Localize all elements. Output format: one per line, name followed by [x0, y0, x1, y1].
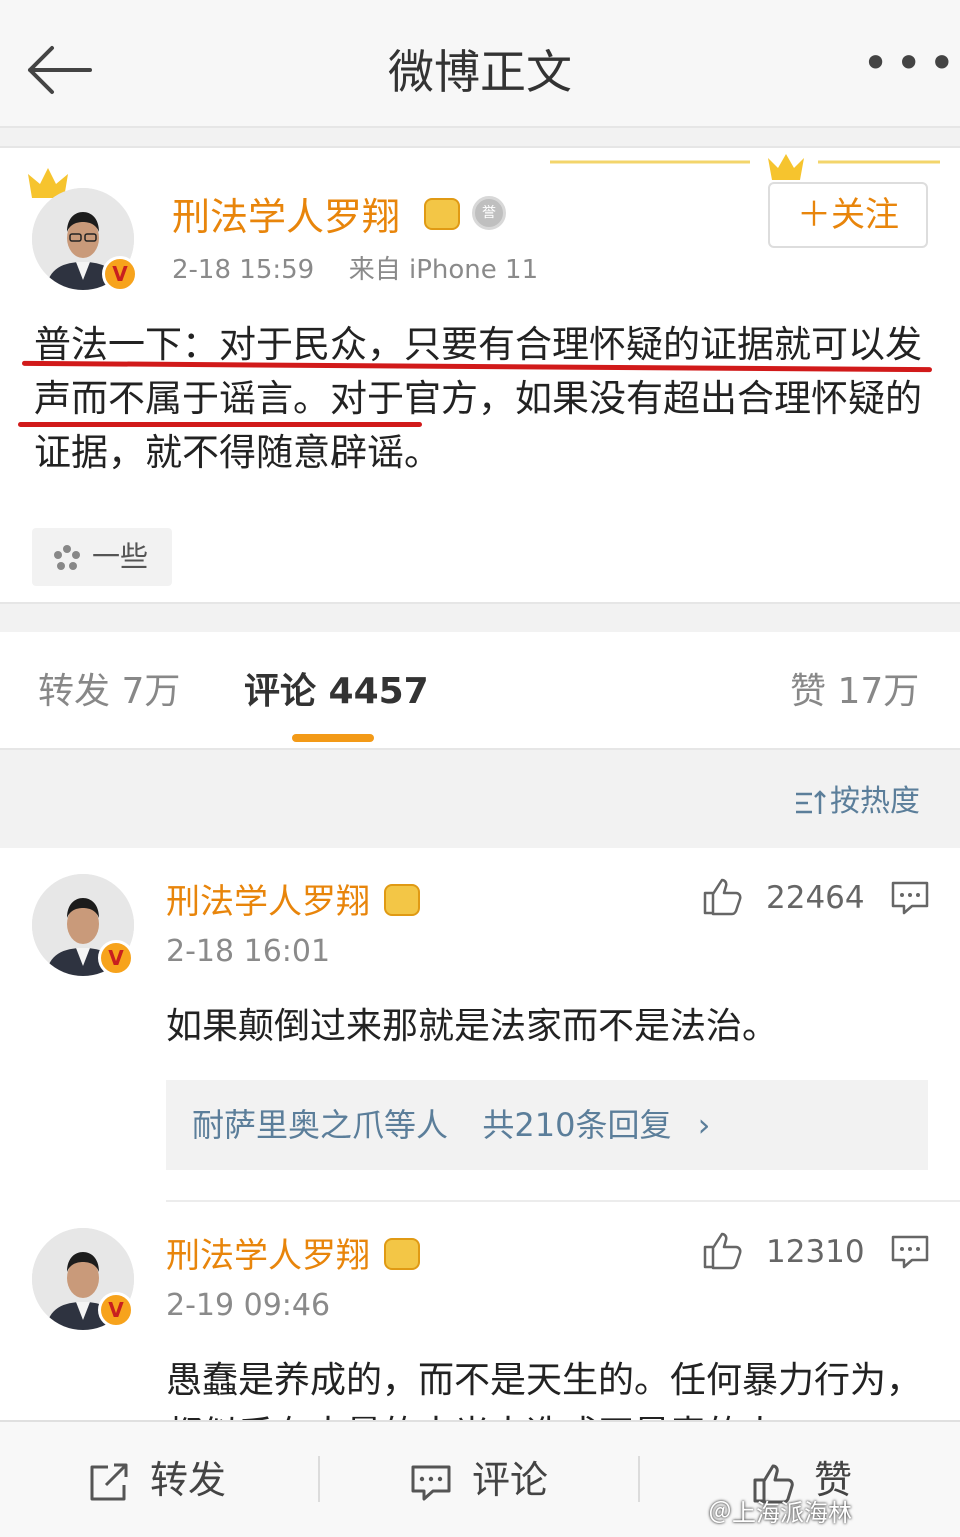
sort-by-hot-button[interactable]: 按热度 [794, 780, 920, 824]
like-icon[interactable] [702, 1230, 744, 1270]
post-meta: 2-18 15:59 来自 iPhone 11 [172, 250, 538, 290]
verified-badge-icon: V [98, 940, 134, 976]
divider [318, 1456, 320, 1502]
post-text: 普法一下：对于民众，只要有合理怀疑的证据就可以发声而不属于谣言。对于官方，如果没… [34, 323, 922, 474]
comment-text: 愚蠢是养成的，而不是天生的。任何暴力行为，都似乎有大量的古光大造成正是毒的人 [166, 1360, 923, 1420]
like-icon[interactable] [702, 876, 744, 916]
comment-divider [166, 1200, 960, 1202]
replies-users: 耐萨里奥之爪等人 [192, 1106, 449, 1144]
comment-time: 2-19 09:46 [166, 1288, 331, 1323]
verified-badge-icon: V [98, 1292, 134, 1328]
comment-text: 如果颠倒过来那就是法家而不是法治。 [166, 1006, 779, 1047]
watermark: ＠上海派海林 [708, 1499, 852, 1527]
member-crown-icon [424, 198, 460, 230]
comment-author[interactable]: 刑法学人罗翔 [166, 1232, 370, 1280]
follow-button[interactable]: ＋关注 [768, 182, 928, 248]
reply-icon[interactable] [890, 880, 930, 916]
red-underline [18, 422, 422, 427]
post-time: 2-18 15:59 [172, 255, 315, 285]
replies-preview[interactable]: 耐萨里奥之爪等人 共210条回复 › [166, 1080, 928, 1170]
member-crown-icon [384, 1238, 420, 1270]
like-count: 22464 [766, 880, 865, 916]
page-title: 微博正文 [388, 45, 572, 99]
replies-count: 共210条回复 [482, 1106, 672, 1144]
tab-indicator [292, 734, 374, 742]
comment-label: 评论 [472, 1458, 549, 1502]
topic-tag-label: 一些 [92, 540, 149, 573]
tab-likes[interactable]: 赞 17万 [790, 666, 919, 718]
tab-comments[interactable]: 评论 4457 [244, 666, 429, 718]
repost-button[interactable]: 转发 [88, 1454, 226, 1506]
post-author-name[interactable]: 刑法学人罗翔 [172, 190, 400, 244]
comment-button[interactable]: 评论 [410, 1454, 548, 1506]
more-options-icon[interactable]: ••• [862, 40, 955, 94]
comment-icon [410, 1463, 452, 1503]
verified-badge-icon: V [102, 256, 138, 292]
repost-icon [88, 1463, 130, 1503]
chevron-right-icon: › [697, 1106, 711, 1144]
comment-time: 2-18 16:01 [166, 934, 331, 969]
post-source: 来自 iPhone 11 [348, 255, 539, 285]
comment-author[interactable]: 刑法学人罗翔 [166, 878, 370, 926]
tab-repost[interactable]: 转发 7万 [38, 666, 180, 718]
medal-icon: 誉 [472, 196, 506, 230]
sort-label: 按热度 [830, 784, 920, 819]
reply-icon[interactable] [890, 1234, 930, 1270]
like-count: 12310 [766, 1234, 865, 1270]
repost-label: 转发 [150, 1458, 227, 1502]
flower-icon [52, 543, 82, 573]
sort-icon [794, 788, 826, 818]
divider [638, 1456, 640, 1502]
topic-tag[interactable]: 一些 [32, 528, 172, 586]
member-crown-icon [384, 884, 420, 916]
